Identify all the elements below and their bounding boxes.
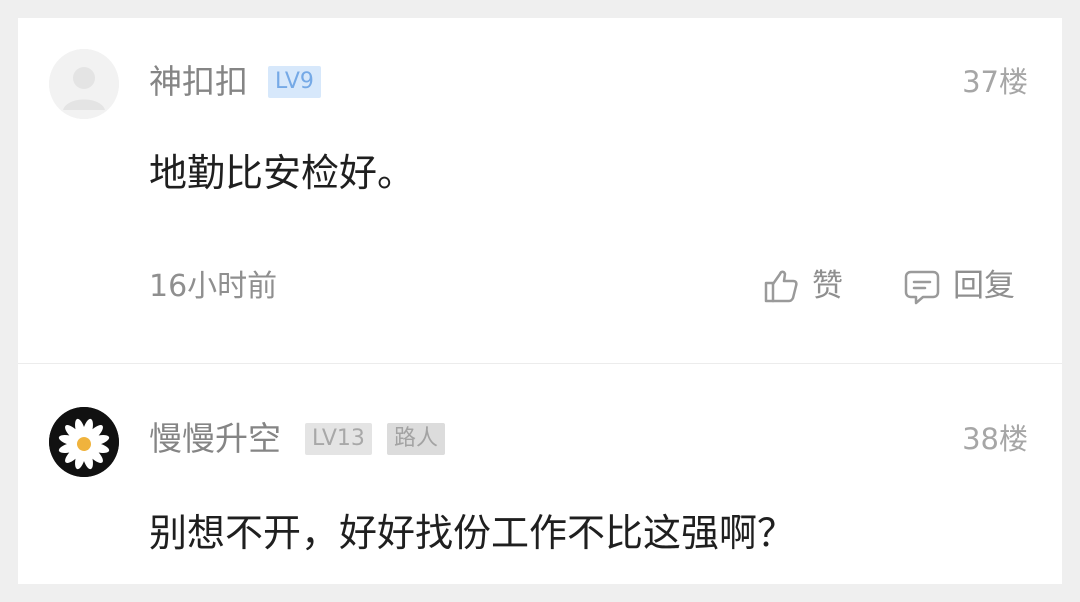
comment-content: 别想不开，好好找份工作不比这强啊？ [149,511,796,555]
user-avatar[interactable] [49,49,119,119]
comment-content: 地勤比安检好。 [149,151,416,195]
thumbs-up-icon [764,270,798,303]
user-avatar[interactable] [49,407,119,477]
like-label: 赞 [812,268,843,304]
like-button[interactable]: 赞 [760,262,843,310]
speech-bubble-icon [904,270,940,305]
user-level-badge: LV13 [305,423,372,455]
default-avatar-icon [49,49,119,119]
comment-author-name[interactable]: 神扣扣 [149,62,248,102]
floor-number: 38楼 [962,422,1028,456]
comment-author-name[interactable]: 慢慢升空 [149,419,281,459]
floor-number: 37楼 [962,65,1028,99]
comment-divider [18,363,1062,364]
reply-label: 回复 [953,268,1015,304]
daisy-avatar-icon [49,407,119,477]
user-level-badge: LV9 [268,66,321,98]
comment-list-card: 神扣扣 LV9 37楼 地勤比安检好。 16小时前 赞 回复 慢慢升空 LV13… [18,18,1062,584]
reply-button[interactable]: 回复 [901,262,1015,310]
comment-timestamp: 16小时前 [149,269,278,304]
user-role-badge: 路人 [387,423,446,455]
